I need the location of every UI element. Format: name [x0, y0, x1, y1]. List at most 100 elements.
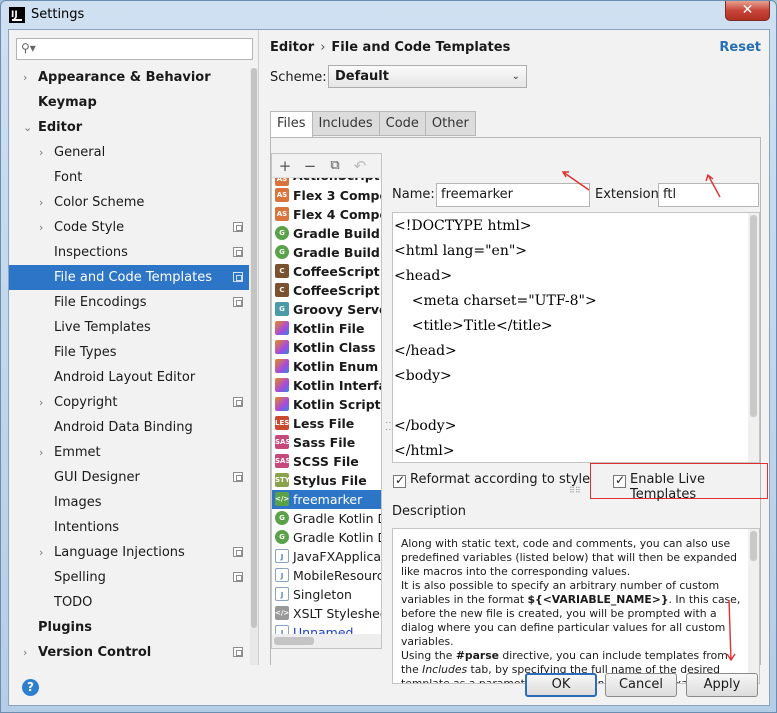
tab-files[interactable]: Files	[270, 111, 313, 138]
template-item[interactable]: G Gradle Build Sc	[272, 224, 381, 243]
sidebar-item-live-templates[interactable]: Live Templates	[9, 315, 249, 340]
template-item[interactable]: AS Flex 4 Compone	[272, 205, 381, 224]
template-item-label: Gradle Build Sc	[293, 226, 381, 241]
sidebar-item-copyright[interactable]: › Copyright	[9, 390, 249, 415]
help-icon[interactable]: ?	[22, 679, 39, 696]
template-item-label: Kotlin Interfac	[293, 378, 381, 393]
reset-link[interactable]: Reset	[719, 40, 761, 55]
live-templates-label[interactable]: Enable Live Templates	[630, 472, 760, 502]
project-scope-icon	[233, 222, 243, 232]
sidebar-item-color-scheme[interactable]: › Color Scheme	[9, 190, 249, 215]
sidebar-item-version-control[interactable]: › Version Control	[9, 640, 249, 665]
revert-template-button[interactable]: ↶	[350, 156, 370, 176]
parse-directive: #parse	[455, 649, 499, 662]
scheme-label: Scheme:	[270, 70, 327, 85]
template-item[interactable]: Kotlin File	[272, 319, 381, 338]
sidebar-item-file-encodings[interactable]: File Encodings	[9, 290, 249, 315]
sidebar-item-intentions[interactable]: Intentions	[9, 515, 249, 540]
template-item[interactable]: J JavaFXApplicati	[272, 547, 381, 566]
chevron-right-icon[interactable]: ›	[39, 190, 43, 215]
template-item[interactable]: G Gradle Kotlin D	[272, 509, 381, 528]
description-scrollbar[interactable]	[748, 529, 759, 683]
tab-code[interactable]: Code	[378, 111, 426, 136]
sidebar-item-todo[interactable]: TODO	[9, 590, 249, 615]
template-item[interactable]: Kotlin Script	[272, 395, 381, 414]
sidebar-item-emmet[interactable]: › Emmet	[9, 440, 249, 465]
chevron-right-icon[interactable]: ›	[39, 540, 43, 565]
name-field[interactable]: freemarker	[436, 183, 590, 207]
live-templates-checkbox[interactable]	[613, 473, 626, 488]
template-item[interactable]: J Singleton	[272, 585, 381, 604]
sidebar-item-plugins[interactable]: Plugins	[9, 615, 249, 640]
template-list-hscrollbar-thumb[interactable]	[274, 637, 314, 645]
sidebar-item-editor[interactable]: ⌄ Editor	[9, 115, 249, 140]
chevron-down-icon[interactable]: ⌄	[23, 115, 32, 140]
sidebar-item-general[interactable]: › General	[9, 140, 249, 165]
search-input[interactable]: ⚲▾	[16, 38, 253, 60]
sidebar-item-language-injections[interactable]: › Language Injections	[9, 540, 249, 565]
sidebar-item-keymap[interactable]: Keymap	[9, 90, 249, 115]
template-item-label: Gradle Build Sc	[293, 245, 381, 260]
chevron-right-icon[interactable]: ›	[39, 390, 43, 415]
chevron-right-icon[interactable]: ›	[39, 215, 43, 240]
code-editor-scrollbar[interactable]	[748, 213, 759, 462]
title-bar[interactable]: IJ Settings ✕	[1, 1, 776, 29]
ok-button[interactable]: OK	[525, 673, 597, 697]
template-item[interactable]: STYL Stylus File	[272, 471, 381, 490]
chevron-right-icon[interactable]: ›	[23, 640, 27, 665]
template-item[interactable]: Kotlin Class	[272, 338, 381, 357]
template-list-hscrollbar[interactable]	[272, 634, 381, 648]
code-line: </head>	[394, 343, 457, 359]
template-item[interactable]: Kotlin Interfac	[272, 376, 381, 395]
template-item[interactable]: G Groovy Server	[272, 300, 381, 319]
apply-button[interactable]: Apply	[686, 673, 758, 697]
tab-other[interactable]: Other	[424, 111, 476, 136]
reformat-checkbox[interactable]	[393, 473, 406, 488]
resize-grip[interactable]: ⠿⠿	[569, 486, 581, 495]
template-item[interactable]: G Gradle Build Sc	[272, 243, 381, 262]
reformat-label[interactable]: Reformat according to style	[410, 472, 590, 487]
sidebar-item-inspections[interactable]: Inspections	[9, 240, 249, 265]
template-item[interactable]: Kotlin Enum	[272, 357, 381, 376]
template-item[interactable]: C CoffeeScript Fi	[272, 262, 381, 281]
sidebar-item-android-layout-editor[interactable]: Android Layout Editor	[9, 365, 249, 390]
template-item[interactable]: AS ActionScript Fi	[272, 178, 381, 186]
sidebar-item-android-data-binding[interactable]: Android Data Binding	[9, 415, 249, 440]
sidebar-item-spelling[interactable]: Spelling	[9, 565, 249, 590]
description-scrollbar-thumb[interactable]	[750, 531, 757, 561]
remove-template-button[interactable]: −	[300, 156, 320, 176]
sidebar-item-font[interactable]: Font	[9, 165, 249, 190]
chevron-right-icon[interactable]: ›	[39, 440, 43, 465]
template-item[interactable]: AS Flex 3 Compone	[272, 186, 381, 205]
template-item[interactable]: G Gradle Kotlin D	[272, 528, 381, 547]
sidebar-item-images[interactable]: Images	[9, 490, 249, 515]
chevron-right-icon[interactable]: ›	[23, 65, 27, 90]
code-editor-scrollbar-thumb[interactable]	[750, 215, 757, 417]
sidebar-scrollbar[interactable]	[250, 68, 258, 665]
template-item-label: Sass File	[293, 435, 356, 450]
close-button[interactable]: ✕	[725, 1, 770, 21]
extension-field[interactable]: ftl	[658, 183, 759, 207]
template-code-editor[interactable]: <!DOCTYPE html> <html lang="en"> <head> <m…	[392, 212, 760, 463]
code-line: <!DOCTYPE html>	[394, 218, 532, 234]
add-template-button[interactable]: +	[275, 156, 295, 176]
sidebar-item-gui-designer[interactable]: GUI Designer	[9, 465, 249, 490]
template-item[interactable]: SASS SCSS File	[272, 452, 381, 471]
scheme-dropdown[interactable]: Default ⌄	[328, 65, 527, 88]
template-item[interactable]: LESS Less File	[272, 414, 381, 433]
template-item[interactable]: </> XSLT Styleshee	[272, 604, 381, 623]
tab-includes[interactable]: Includes	[311, 111, 380, 136]
copy-template-button[interactable]: ⧉	[325, 156, 345, 176]
template-item[interactable]: J MobileResourc	[272, 566, 381, 585]
cancel-button[interactable]: Cancel	[605, 673, 677, 697]
chevron-right-icon[interactable]: ›	[39, 140, 43, 165]
gradle-file-icon: G	[275, 245, 289, 259]
template-item[interactable]: SASS Sass File	[272, 433, 381, 452]
sidebar-item-code-style[interactable]: › Code Style	[9, 215, 249, 240]
template-item[interactable]: C CoffeeScript Cl	[272, 281, 381, 300]
sidebar-item-file-and-code-templates[interactable]: File and Code Templates	[9, 265, 249, 290]
sidebar-item-file-types[interactable]: File Types	[9, 340, 249, 365]
sidebar-scrollbar-thumb[interactable]	[251, 68, 257, 628]
template-item[interactable]: </> freemarker	[272, 490, 381, 509]
sidebar-item-appearance-behavior[interactable]: › Appearance & Behavior	[9, 65, 249, 90]
